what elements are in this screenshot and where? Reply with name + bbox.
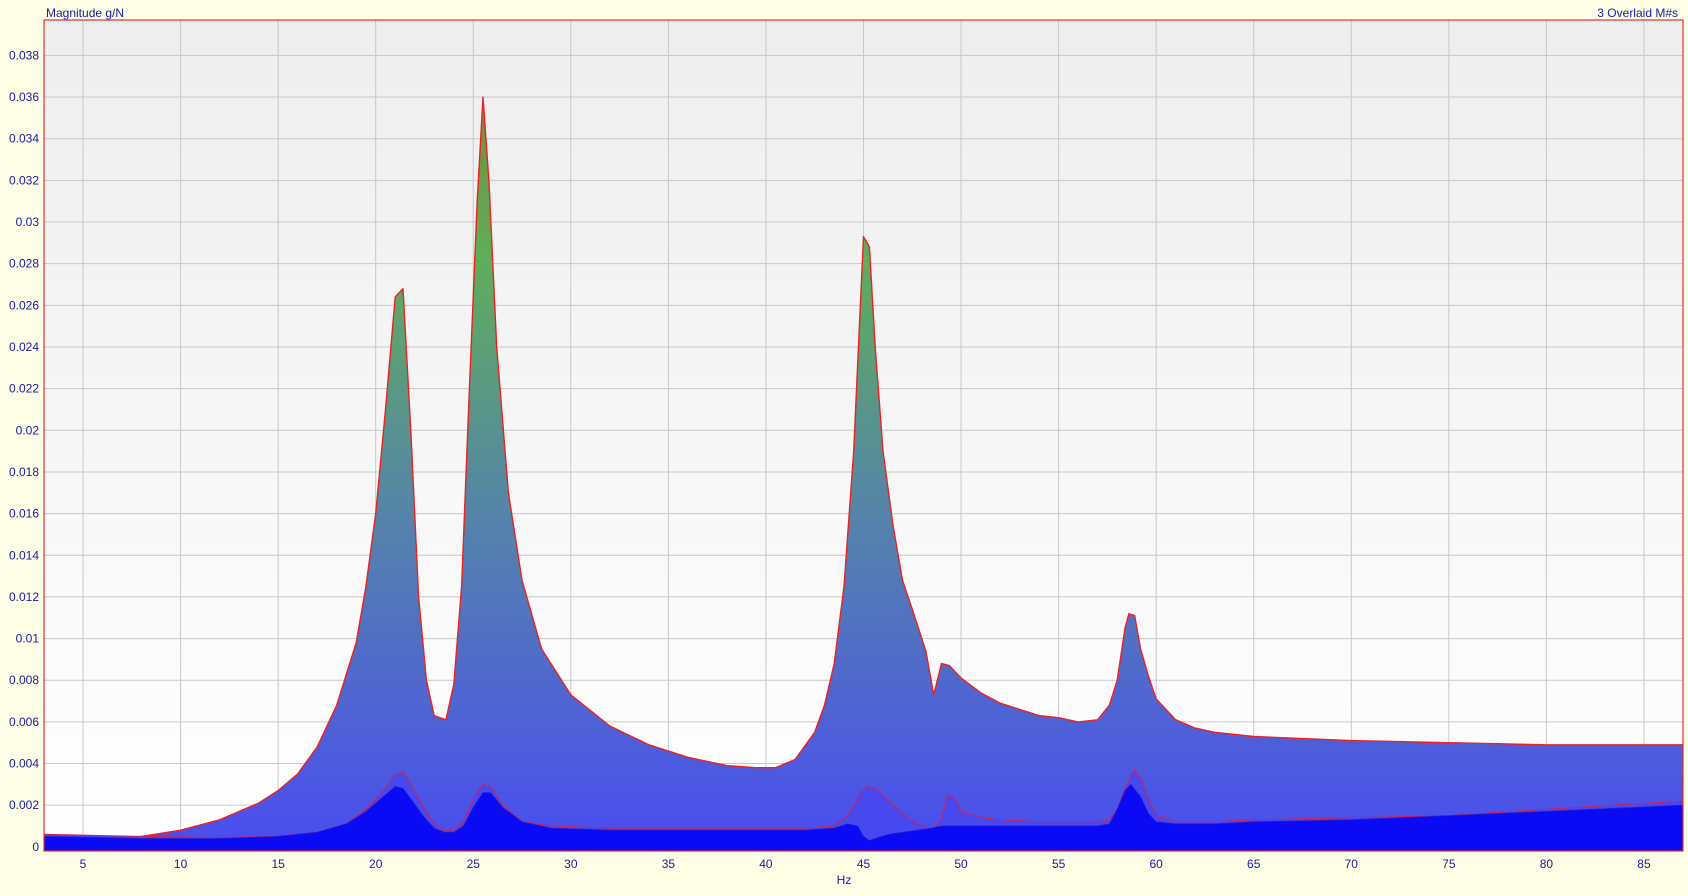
x-tick-label: 70 [1345, 857, 1359, 871]
x-tick-label: 50 [954, 857, 968, 871]
y-tick-label: 0.002 [9, 798, 39, 812]
x-tick-label: 40 [759, 857, 773, 871]
y-tick-label: 0.024 [9, 340, 39, 354]
x-tick-label: 35 [662, 857, 676, 871]
x-tick-label: 85 [1637, 857, 1651, 871]
x-tick-label: 60 [1149, 857, 1163, 871]
y-tick-label: 0.016 [9, 507, 39, 521]
x-tick-label: 45 [857, 857, 871, 871]
x-tick-label: 65 [1247, 857, 1261, 871]
y-tick-label: 0.012 [9, 590, 39, 604]
y-tick-label: 0.032 [9, 173, 39, 187]
y-tick-label: 0.036 [9, 90, 39, 104]
x-tick-label: 25 [467, 857, 481, 871]
x-tick-label: 80 [1540, 857, 1554, 871]
y-tick-label: 0.026 [9, 298, 39, 312]
x-tick-label: 15 [271, 857, 285, 871]
y-tick-label: 0.004 [9, 757, 39, 771]
y-tick-label: 0 [32, 840, 39, 854]
y-tick-label: 0.028 [9, 257, 39, 271]
frf-chart: 5 10 15 20 25 30 35 40 45 50 55 60 65 70 75 80 85 0 0.002 0… [9, 19, 1684, 871]
x-tick-label: 55 [1052, 857, 1066, 871]
y-tick-label: 0.01 [16, 632, 40, 646]
y-tick-label: 0.03 [16, 215, 40, 229]
x-tick-label: 5 [80, 857, 87, 871]
y-tick-label: 0.02 [16, 423, 40, 437]
y-tick-label: 0.006 [9, 715, 39, 729]
x-tick-label: 20 [369, 857, 383, 871]
y-tick-label: 0.008 [9, 673, 39, 687]
y-tick-label: 0.038 [9, 48, 39, 62]
y-tick-label: 0.014 [9, 548, 39, 562]
y-tick-label: 0.034 [9, 132, 39, 146]
x-tick-label: 75 [1442, 857, 1456, 871]
y-tick-label: 0.022 [9, 382, 39, 396]
x-tick-label: 10 [174, 857, 188, 871]
x-tick-label: 30 [564, 857, 578, 871]
y-tick-label: 0.018 [9, 465, 39, 479]
